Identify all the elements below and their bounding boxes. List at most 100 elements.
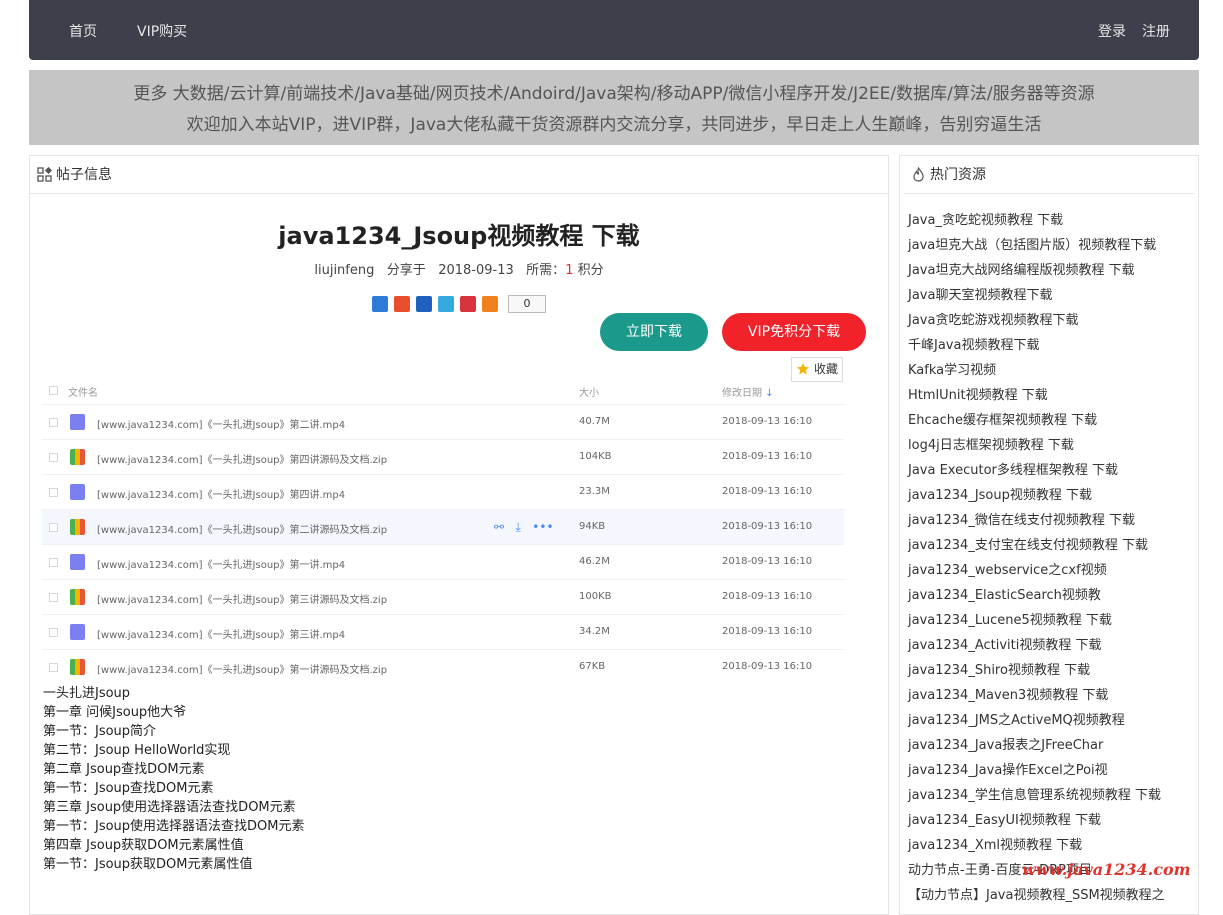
select-all-checkbox[interactable] — [49, 386, 58, 395]
nav-login-link[interactable]: 登录 — [1098, 21, 1126, 41]
hot-resource-link[interactable]: java1234_Maven3视频教程 下载 — [908, 683, 1165, 708]
hot-resource-link[interactable]: 【动力节点】Java视频教程_SSM视频教程之 — [908, 883, 1165, 908]
file-name[interactable]: [www.java1234.com]《一头扎进Jsoup》第二讲源码及文档.zi… — [97, 521, 387, 536]
zip-file-icon — [70, 449, 85, 465]
tqq-share-icon[interactable] — [438, 296, 454, 312]
file-name[interactable]: [www.java1234.com]《一头扎进Jsoup》第四讲源码及文档.zi… — [97, 451, 387, 466]
col-size-header[interactable]: 大小 — [579, 384, 599, 399]
post-panel-header: 帖子信息 — [30, 156, 888, 194]
weibo-share-icon[interactable] — [394, 296, 410, 312]
description-line: 第一节：Jsoup简介 — [43, 724, 157, 739]
hot-resource-link[interactable]: Java贪吃蛇游戏视频教程下载 — [908, 308, 1165, 333]
hot-resource-link[interactable]: java1234_webservice之cxf视频 — [908, 558, 1165, 583]
hot-resource-link[interactable]: log4j日志框架视频教程 下载 — [908, 433, 1165, 458]
vip-download-button[interactable]: VIP免积分下载 — [722, 313, 866, 351]
file-checkbox[interactable] — [49, 453, 58, 462]
col-date-header[interactable]: 修改日期 ↓ — [722, 384, 774, 399]
file-checkbox[interactable] — [49, 488, 58, 497]
file-date: 2018-09-13 16:10 — [722, 521, 813, 532]
file-name[interactable]: [www.java1234.com]《一头扎进Jsoup》第二讲.mp4 — [97, 416, 345, 431]
post-panel: 帖子信息 java1234_Jsoup视频教程 下载 liujinfeng 分享… — [29, 155, 889, 915]
hot-resource-link[interactable]: java1234_Jsoup视频教程 下载 — [908, 483, 1165, 508]
col-name-header[interactable]: 文件名 — [68, 384, 98, 399]
file-date: 2018-09-13 16:10 — [722, 486, 813, 497]
file-checkbox[interactable] — [49, 663, 58, 672]
file-checkbox[interactable] — [49, 593, 58, 602]
renren-share-icon[interactable] — [416, 296, 432, 312]
more-share-icon[interactable] — [482, 296, 498, 312]
file-name[interactable]: [www.java1234.com]《一头扎进Jsoup》第一讲源码及文档.zi… — [97, 661, 387, 676]
file-name[interactable]: [www.java1234.com]《一头扎进Jsoup》第四讲.mp4 — [97, 486, 345, 501]
file-row[interactable]: [www.java1234.com]《一头扎进Jsoup》第二讲.mp4 40.7… — [42, 404, 844, 439]
file-row[interactable]: [www.java1234.com]《一头扎进Jsoup》第三讲.mp4 34.2… — [42, 614, 844, 649]
description-line: 第四章 Jsoup获取DOM元素属性值 — [43, 838, 244, 853]
description-line: 第一节：Jsoup查找DOM元素 — [43, 781, 214, 796]
hot-resource-link[interactable]: HtmlUnit视频教程 下载 — [908, 383, 1165, 408]
hot-resource-link[interactable]: java1234_支付宝在线支付视频教程 下载 — [908, 533, 1165, 558]
description-line: 第一章 问候Jsoup他大爷 — [43, 705, 187, 720]
promo-banner: 更多 大数据/云计算/前端技术/Java基础/网页技术/Andoird/Java… — [29, 70, 1199, 145]
hot-resource-link[interactable]: Ehcache缓存框架视频教程 下载 — [908, 408, 1165, 433]
file-name[interactable]: [www.java1234.com]《一头扎进Jsoup》第三讲.mp4 — [97, 626, 345, 641]
nav-register-link[interactable]: 注册 — [1142, 21, 1170, 41]
qzone-share-icon[interactable] — [372, 296, 388, 312]
download-icon[interactable]: ⤓ — [516, 520, 521, 534]
star-icon — [797, 363, 809, 375]
file-date: 2018-09-13 16:10 — [722, 661, 813, 672]
hot-resource-link[interactable]: java1234_Activiti视频教程 下载 — [908, 633, 1165, 658]
hot-resource-link[interactable]: java1234_Shiro视频教程 下载 — [908, 658, 1165, 683]
hot-resource-link[interactable]: java1234_Xml视频教程 下载 — [908, 833, 1165, 858]
hot-resource-link[interactable]: java1234_EasyUI视频教程 下载 — [908, 808, 1165, 833]
nav-home-link[interactable]: 首页 — [69, 21, 97, 41]
zip-file-icon — [70, 659, 85, 675]
douban-share-icon[interactable] — [460, 296, 476, 312]
hot-panel-header: 热门资源 — [904, 156, 1194, 194]
hot-resource-link[interactable]: java1234_微信在线支付视频教程 下载 — [908, 508, 1165, 533]
post-panel-title: 帖子信息 — [56, 167, 112, 183]
hot-resource-link[interactable]: Java Executor多线程框架教程 下载 — [908, 458, 1165, 483]
file-date: 2018-09-13 16:10 — [722, 451, 813, 462]
file-row[interactable]: [www.java1234.com]《一头扎进Jsoup》第三讲源码及文档.zi… — [42, 579, 844, 614]
file-row[interactable]: [www.java1234.com]《一头扎进Jsoup》第二讲源码及文档.zi… — [42, 509, 844, 544]
more-icon[interactable]: ••• — [532, 520, 553, 534]
banner-line-2: 欢迎加入本站VIP，进VIP群，Java大佬私藏干货资源群内交流分享，共同进步，… — [186, 115, 1042, 135]
nav-vip-link[interactable]: VIP购买 — [137, 21, 187, 41]
file-row[interactable]: [www.java1234.com]《一头扎进Jsoup》第四讲源码及文档.zi… — [42, 439, 844, 474]
file-date: 2018-09-13 16:10 — [722, 416, 813, 427]
hot-resource-link[interactable]: Kafka学习视频 — [908, 358, 1165, 383]
flame-icon — [913, 167, 924, 182]
hot-resource-link[interactable]: Java_贪吃蛇视频教程 下载 — [908, 208, 1165, 233]
post-author[interactable]: liujinfeng — [314, 263, 374, 278]
hot-resource-link[interactable]: java坦克大战（包括图片版）视频教程下载 — [908, 233, 1165, 258]
hot-resource-link[interactable]: 千峰Java视频教程下载 — [908, 333, 1165, 358]
file-size: 100KB — [579, 591, 612, 602]
post-date: 2018-09-13 — [438, 263, 514, 278]
file-checkbox[interactable] — [49, 523, 58, 532]
file-name[interactable]: [www.java1234.com]《一头扎进Jsoup》第三讲源码及文档.zi… — [97, 591, 387, 606]
hot-resource-link[interactable]: Java聊天室视频教程下载 — [908, 283, 1165, 308]
hot-resource-link[interactable]: java1234_ElasticSearch视频教 — [908, 583, 1165, 608]
zip-file-icon — [70, 519, 85, 535]
download-button[interactable]: 立即下载 — [600, 313, 708, 351]
row-actions: ⚯ ⤓ ••• — [494, 520, 554, 535]
file-checkbox[interactable] — [49, 558, 58, 567]
post-shared-label: 分享于 — [386, 263, 426, 278]
file-checkbox[interactable] — [49, 418, 58, 427]
hot-resource-link[interactable]: java1234_学生信息管理系统视频教程 下载 — [908, 783, 1165, 808]
post-cost: 1 — [565, 263, 574, 278]
file-row[interactable]: [www.java1234.com]《一头扎进Jsoup》第四讲.mp4 23.3… — [42, 474, 844, 509]
description-line: 第二章 Jsoup查找DOM元素 — [43, 762, 205, 777]
hot-resource-link[interactable]: java1234_Lucene5视频教程 下载 — [908, 608, 1165, 633]
hot-resource-link[interactable]: java1234_Java操作Excel之Poi视 — [908, 758, 1165, 783]
file-size: 104KB — [579, 451, 612, 462]
file-date: 2018-09-13 16:10 — [722, 556, 813, 567]
file-row[interactable]: [www.java1234.com]《一头扎进Jsoup》第一讲源码及文档.zi… — [42, 649, 844, 684]
share-icon[interactable]: ⚯ — [494, 520, 504, 534]
file-row[interactable]: [www.java1234.com]《一头扎进Jsoup》第一讲.mp4 46.2… — [42, 544, 844, 579]
hot-resource-link[interactable]: java1234_JMS之ActiveMQ视频教程 — [908, 708, 1165, 733]
hot-resource-list: Java_贪吃蛇视频教程 下载 java坦克大战（包括图片版）视频教程下载 Java… — [908, 208, 1165, 908]
file-name[interactable]: [www.java1234.com]《一头扎进Jsoup》第一讲.mp4 — [97, 556, 345, 571]
file-checkbox[interactable] — [49, 628, 58, 637]
hot-resource-link[interactable]: Java坦克大战网络编程版视频教程 下载 — [908, 258, 1165, 283]
hot-resource-link[interactable]: java1234_Java报表之JFreeChar — [908, 733, 1165, 758]
